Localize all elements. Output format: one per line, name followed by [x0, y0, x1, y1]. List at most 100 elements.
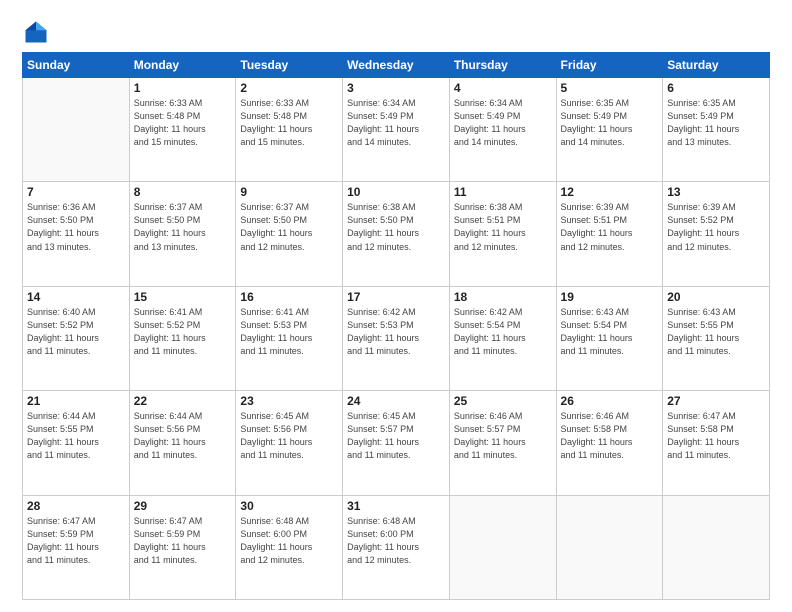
- calendar-cell: 4Sunrise: 6:34 AM Sunset: 5:49 PM Daylig…: [449, 78, 556, 182]
- calendar-week-row-1: 7 Sunrise: 6:36 AM Sunset: 5:50 PM Daylig…: [23, 182, 770, 286]
- day-info: Sunrise: 6:48 AM Sunset: 6:00 PM Dayligh…: [347, 515, 445, 567]
- day-info: Sunrise: 6:46 AM Sunset: 5:58 PM Dayligh…: [561, 410, 659, 462]
- day-number: 5: [561, 81, 659, 95]
- calendar-cell: 17 Sunrise: 6:42 AM Sunset: 5:53 PM Dayli…: [343, 286, 450, 390]
- day-info: Sunrise: 6:41 AM Sunset: 5:53 PM Dayligh…: [240, 306, 338, 358]
- day-number: 7: [27, 185, 125, 199]
- day-number: 16: [240, 290, 338, 304]
- day-number: 20: [667, 290, 765, 304]
- day-number: 3: [347, 81, 445, 95]
- day-info: Sunrise: 6:36 AM Sunset: 5:50 PM Dayligh…: [27, 201, 125, 253]
- calendar-week-row-2: 14 Sunrise: 6:40 AM Sunset: 5:52 PM Dayli…: [23, 286, 770, 390]
- day-info: Sunrise: 6:44 AM Sunset: 5:55 PM Dayligh…: [27, 410, 125, 462]
- day-info: Sunrise: 6:47 AM Sunset: 5:58 PM Dayligh…: [667, 410, 765, 462]
- calendar-week-row-3: 21 Sunrise: 6:44 AM Sunset: 5:55 PM Dayli…: [23, 391, 770, 495]
- calendar-header-wednesday: Wednesday: [343, 53, 450, 78]
- day-info: Sunrise: 6:42 AM Sunset: 5:54 PM Dayligh…: [454, 306, 552, 358]
- day-number: 9: [240, 185, 338, 199]
- day-info: Sunrise: 6:41 AM Sunset: 5:52 PM Dayligh…: [134, 306, 232, 358]
- calendar-header-row: SundayMondayTuesdayWednesdayThursdayFrid…: [23, 53, 770, 78]
- calendar-table: SundayMondayTuesdayWednesdayThursdayFrid…: [22, 52, 770, 600]
- calendar-cell: 13 Sunrise: 6:39 AM Sunset: 5:52 PM Dayli…: [663, 182, 770, 286]
- calendar-cell: 2 Sunrise: 6:33 AM Sunset: 5:48 PM Daylig…: [236, 78, 343, 182]
- calendar-cell: 14 Sunrise: 6:40 AM Sunset: 5:52 PM Dayli…: [23, 286, 130, 390]
- day-info: Sunrise: 6:39 AM Sunset: 5:52 PM Dayligh…: [667, 201, 765, 253]
- day-info: Sunrise: 6:34 AM Sunset: 5:49 PM Dayligh…: [347, 97, 445, 149]
- calendar-cell: [556, 495, 663, 599]
- calendar-cell: 6 Sunrise: 6:35 AM Sunset: 5:49 PM Daylig…: [663, 78, 770, 182]
- calendar-cell: 21 Sunrise: 6:44 AM Sunset: 5:55 PM Dayli…: [23, 391, 130, 495]
- calendar-header-thursday: Thursday: [449, 53, 556, 78]
- calendar-cell: [449, 495, 556, 599]
- calendar-cell: 23Sunrise: 6:45 AM Sunset: 5:56 PM Dayli…: [236, 391, 343, 495]
- day-info: Sunrise: 6:40 AM Sunset: 5:52 PM Dayligh…: [27, 306, 125, 358]
- day-number: 2: [240, 81, 338, 95]
- day-number: 30: [240, 499, 338, 513]
- day-info: Sunrise: 6:35 AM Sunset: 5:49 PM Dayligh…: [667, 97, 765, 149]
- day-number: 24: [347, 394, 445, 408]
- day-number: 17: [347, 290, 445, 304]
- calendar-cell: 30 Sunrise: 6:48 AM Sunset: 6:00 PM Dayli…: [236, 495, 343, 599]
- calendar-cell: 3 Sunrise: 6:34 AM Sunset: 5:49 PM Daylig…: [343, 78, 450, 182]
- calendar-cell: 22 Sunrise: 6:44 AM Sunset: 5:56 PM Dayli…: [129, 391, 236, 495]
- day-number: 28: [27, 499, 125, 513]
- calendar-cell: 7 Sunrise: 6:36 AM Sunset: 5:50 PM Daylig…: [23, 182, 130, 286]
- calendar-cell: 27 Sunrise: 6:47 AM Sunset: 5:58 PM Dayli…: [663, 391, 770, 495]
- day-info: Sunrise: 6:38 AM Sunset: 5:51 PM Dayligh…: [454, 201, 552, 253]
- day-info: Sunrise: 6:37 AM Sunset: 5:50 PM Dayligh…: [134, 201, 232, 253]
- day-info: Sunrise: 6:44 AM Sunset: 5:56 PM Dayligh…: [134, 410, 232, 462]
- day-number: 4: [454, 81, 552, 95]
- day-number: 31: [347, 499, 445, 513]
- day-number: 26: [561, 394, 659, 408]
- header: [22, 18, 770, 46]
- day-number: 12: [561, 185, 659, 199]
- day-number: 11: [454, 185, 552, 199]
- day-info: Sunrise: 6:38 AM Sunset: 5:50 PM Dayligh…: [347, 201, 445, 253]
- day-number: 21: [27, 394, 125, 408]
- day-info: Sunrise: 6:35 AM Sunset: 5:49 PM Dayligh…: [561, 97, 659, 149]
- day-info: Sunrise: 6:48 AM Sunset: 6:00 PM Dayligh…: [240, 515, 338, 567]
- calendar-cell: 25Sunrise: 6:46 AM Sunset: 5:57 PM Dayli…: [449, 391, 556, 495]
- calendar-cell: 24 Sunrise: 6:45 AM Sunset: 5:57 PM Dayli…: [343, 391, 450, 495]
- calendar-header-friday: Friday: [556, 53, 663, 78]
- day-number: 13: [667, 185, 765, 199]
- calendar-cell: [23, 78, 130, 182]
- day-number: 6: [667, 81, 765, 95]
- day-info: Sunrise: 6:42 AM Sunset: 5:53 PM Dayligh…: [347, 306, 445, 358]
- calendar-cell: 11 Sunrise: 6:38 AM Sunset: 5:51 PM Dayli…: [449, 182, 556, 286]
- calendar-cell: 12Sunrise: 6:39 AM Sunset: 5:51 PM Dayli…: [556, 182, 663, 286]
- day-number: 8: [134, 185, 232, 199]
- calendar-header-saturday: Saturday: [663, 53, 770, 78]
- day-number: 22: [134, 394, 232, 408]
- calendar-cell: 20Sunrise: 6:43 AM Sunset: 5:55 PM Dayli…: [663, 286, 770, 390]
- day-number: 1: [134, 81, 232, 95]
- day-number: 29: [134, 499, 232, 513]
- day-info: Sunrise: 6:37 AM Sunset: 5:50 PM Dayligh…: [240, 201, 338, 253]
- calendar-week-row-4: 28 Sunrise: 6:47 AM Sunset: 5:59 PM Dayli…: [23, 495, 770, 599]
- calendar-cell: 31 Sunrise: 6:48 AM Sunset: 6:00 PM Dayli…: [343, 495, 450, 599]
- calendar-cell: 1 Sunrise: 6:33 AM Sunset: 5:48 PM Daylig…: [129, 78, 236, 182]
- day-number: 18: [454, 290, 552, 304]
- calendar-cell: 19Sunrise: 6:43 AM Sunset: 5:54 PM Dayli…: [556, 286, 663, 390]
- day-number: 14: [27, 290, 125, 304]
- calendar-cell: 26 Sunrise: 6:46 AM Sunset: 5:58 PM Dayli…: [556, 391, 663, 495]
- calendar-cell: 16 Sunrise: 6:41 AM Sunset: 5:53 PM Dayli…: [236, 286, 343, 390]
- day-number: 10: [347, 185, 445, 199]
- calendar-cell: 9 Sunrise: 6:37 AM Sunset: 5:50 PM Daylig…: [236, 182, 343, 286]
- day-info: Sunrise: 6:33 AM Sunset: 5:48 PM Dayligh…: [240, 97, 338, 149]
- day-info: Sunrise: 6:47 AM Sunset: 5:59 PM Dayligh…: [27, 515, 125, 567]
- calendar-header-tuesday: Tuesday: [236, 53, 343, 78]
- calendar-cell: 5 Sunrise: 6:35 AM Sunset: 5:49 PM Daylig…: [556, 78, 663, 182]
- calendar-cell: 28 Sunrise: 6:47 AM Sunset: 5:59 PM Dayli…: [23, 495, 130, 599]
- day-info: Sunrise: 6:45 AM Sunset: 5:57 PM Dayligh…: [347, 410, 445, 462]
- day-info: Sunrise: 6:33 AM Sunset: 5:48 PM Dayligh…: [134, 97, 232, 149]
- calendar-cell: [663, 495, 770, 599]
- day-number: 27: [667, 394, 765, 408]
- calendar-header-monday: Monday: [129, 53, 236, 78]
- calendar-cell: 10 Sunrise: 6:38 AM Sunset: 5:50 PM Dayli…: [343, 182, 450, 286]
- logo-icon: [22, 18, 50, 46]
- calendar-header-sunday: Sunday: [23, 53, 130, 78]
- day-number: 19: [561, 290, 659, 304]
- calendar-cell: 15 Sunrise: 6:41 AM Sunset: 5:52 PM Dayli…: [129, 286, 236, 390]
- day-number: 15: [134, 290, 232, 304]
